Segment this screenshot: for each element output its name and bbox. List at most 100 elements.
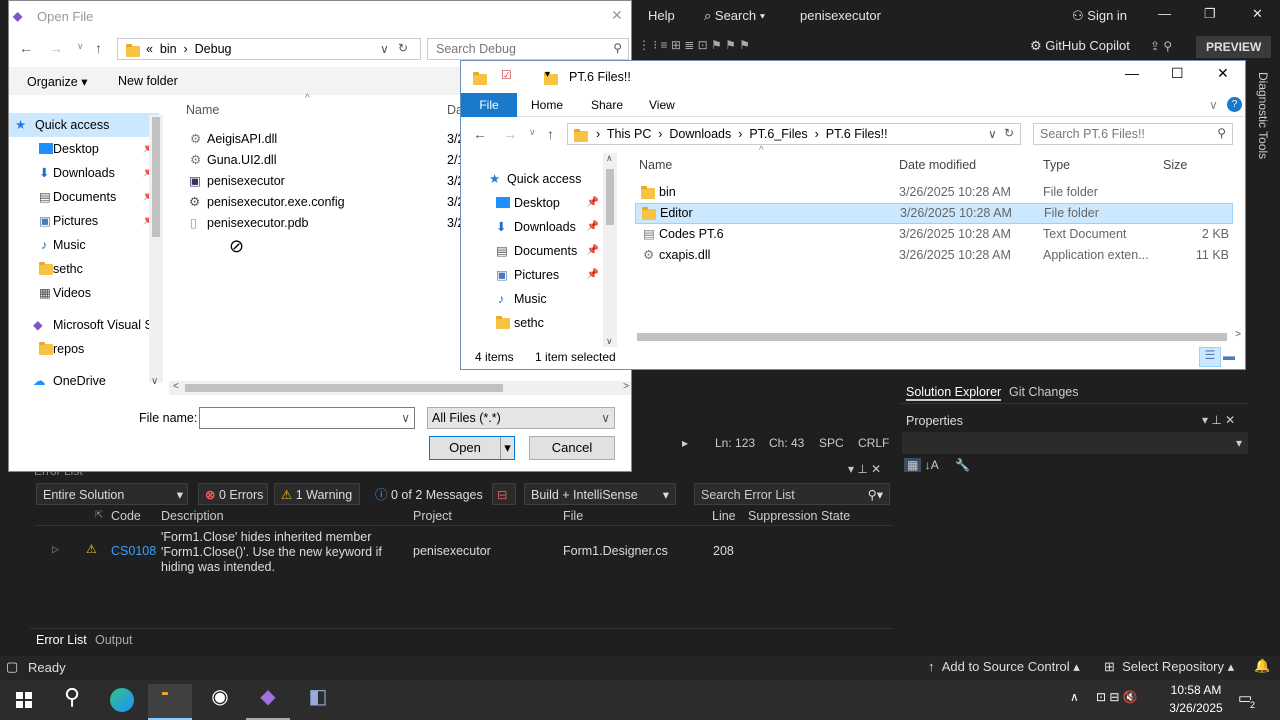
chevron-down-icon[interactable]: ∨ xyxy=(988,127,997,141)
open-button[interactable]: Open ▾ xyxy=(429,436,515,460)
list-item[interactable]: ⚙ cxapis.dll 3/26/2025 10:28 AM Application… xyxy=(635,245,1233,266)
tab-solution-explorer[interactable]: Solution Explorer xyxy=(906,385,1002,401)
clock-date[interactable]: 3/26/2025 xyxy=(1166,701,1226,715)
chevron-down-icon[interactable]: ∨ xyxy=(401,411,410,425)
errors-filter[interactable]: ⊗ 0 Errors xyxy=(198,483,268,505)
chevron-right-icon[interactable]: > xyxy=(623,381,629,392)
open-dropdown-icon[interactable]: ▾ xyxy=(500,437,514,459)
menu-help[interactable]: Help xyxy=(648,8,675,23)
visual-studio-icon[interactable]: ◆ xyxy=(246,684,290,720)
nav-item-videos[interactable]: ▦ Videos xyxy=(9,281,159,305)
tray-chevron-icon[interactable]: ∧ xyxy=(1070,690,1079,704)
maximize-icon[interactable]: ☐ xyxy=(1171,65,1184,82)
back-arrow-icon[interactable]: ← xyxy=(19,40,33,56)
list-item[interactable]: bin 3/26/2025 10:28 AM File folder xyxy=(635,182,1233,203)
nav-item-pictures[interactable]: ▣Pictures📌 xyxy=(461,263,603,287)
nav-item-desktop[interactable]: Desktop📌 xyxy=(461,191,603,215)
chevron-down-icon[interactable]: ∨ xyxy=(380,42,389,56)
tab-git-changes[interactable]: Git Changes xyxy=(1009,385,1078,399)
list-item[interactable]: ▯ penisexecutor.pdb 3/2 xyxy=(187,213,487,234)
new-folder-button[interactable]: New folder xyxy=(118,74,178,88)
nav-item-desktop[interactable]: Desktop📌 xyxy=(9,137,159,161)
tab-home[interactable]: Home xyxy=(531,93,563,117)
search-input[interactable]: Search PT.6 Files!! ⚲ xyxy=(1033,123,1233,145)
expand-icon[interactable]: ▷ xyxy=(52,544,59,555)
col-file[interactable]: File xyxy=(563,506,583,526)
share-icon[interactable]: ⇪ ⚲ xyxy=(1150,39,1172,53)
scrollbar-thumb[interactable] xyxy=(185,384,503,392)
organize-menu[interactable]: Organize ▾ xyxy=(27,74,87,89)
select-repository-button[interactable]: ⊞ Select Repository ▴ xyxy=(1104,659,1234,675)
nav-item-documents[interactable]: ▤Documents📌 xyxy=(461,239,603,263)
up-arrow-icon[interactable]: ↑ xyxy=(547,126,554,142)
clear-filter-icon[interactable]: ⊟ xyxy=(492,483,516,505)
list-item[interactable]: ⚙ penisexecutor.exe.config 3/2 xyxy=(187,192,487,213)
scrollbar-thumb[interactable] xyxy=(637,333,1227,341)
file-explorer-icon[interactable] xyxy=(148,684,192,720)
address-bar[interactable]: « bin › Debug ∨ ↻ xyxy=(117,38,421,60)
tray-icons[interactable]: ⊡ ⊟ 🔇 xyxy=(1096,690,1138,704)
properties-object-combo[interactable]: ▾ xyxy=(902,432,1248,454)
up-arrow-icon[interactable]: ↑ xyxy=(95,40,102,56)
categorized-icon[interactable]: ▦ xyxy=(904,458,922,472)
cancel-button[interactable]: Cancel xyxy=(529,436,615,460)
tab-error-list[interactable]: Error List xyxy=(36,633,87,647)
close-icon[interactable]: ✕ xyxy=(611,7,623,24)
ribbon-expand-icon[interactable]: ∨ xyxy=(1209,93,1218,117)
scrollbar-thumb[interactable] xyxy=(152,117,160,237)
chevron-up-icon[interactable]: ∧ xyxy=(606,153,613,164)
diagnostic-tools-tab[interactable]: Diagnostic Tools xyxy=(1256,72,1270,159)
list-item[interactable]: ⚙ Guna.UI2.dll 2/1 xyxy=(187,150,487,171)
nav-item-visual-studio[interactable]: ◆ Microsoft Visual S xyxy=(9,313,159,337)
col-name[interactable]: Name xyxy=(639,153,672,177)
file-type-select[interactable]: All Files (*.*) ∨ xyxy=(427,407,615,429)
col-code[interactable]: Code xyxy=(111,506,141,526)
col-date-modified[interactable]: Date modified xyxy=(899,153,976,177)
nav-scrollbar[interactable]: ∨ xyxy=(149,115,163,387)
tab-output[interactable]: Output xyxy=(95,633,133,647)
nav-item-downloads[interactable]: ⬇Downloads📌 xyxy=(461,215,603,239)
nav-item-quick-access[interactable]: ★ Quick access xyxy=(461,167,603,191)
steam-icon[interactable]: ◉ xyxy=(198,684,242,720)
scope-combo[interactable]: Entire Solution ▾ xyxy=(36,483,188,505)
messages-filter[interactable]: ⓘ 0 of 2 Messages xyxy=(368,483,484,505)
col-size[interactable]: Size xyxy=(1163,153,1187,177)
property-pages-icon[interactable]: 🔧 xyxy=(955,458,970,472)
table-row[interactable]: ▷ ⚠ CS0108 'Form1.Close' hides inherited… xyxy=(34,528,894,574)
close-icon[interactable]: ✕ xyxy=(1217,65,1229,82)
recent-chevron-icon[interactable]: ∨ xyxy=(77,41,84,52)
pane-options-icon[interactable]: ▾ ⊥ ✕ xyxy=(1202,413,1235,427)
col-description[interactable]: Description xyxy=(161,506,224,526)
source-control-button[interactable]: ↑ Add to Source Control ▴ xyxy=(928,659,1080,675)
app-icon[interactable]: ◧ xyxy=(296,684,340,720)
sign-in-button[interactable]: ⚇ Sign in xyxy=(1072,8,1127,24)
forward-arrow-icon[interactable]: → xyxy=(503,126,517,142)
help-icon[interactable]: ? xyxy=(1227,97,1242,112)
nav-item-onedrive[interactable]: ☁ OneDrive xyxy=(9,369,159,393)
nav-item-quick-access[interactable]: ★ Quick access xyxy=(9,113,159,137)
whitespace-indicator[interactable]: SPC xyxy=(819,436,844,450)
tiles-view-icon[interactable]: ▬ xyxy=(1223,349,1235,363)
quick-toolbar-chevron-icon[interactable]: ▾ xyxy=(545,69,550,80)
tab-file[interactable]: File xyxy=(461,93,517,117)
nav-item-repos[interactable]: repos xyxy=(9,337,159,361)
restore-icon[interactable]: ❐ xyxy=(1204,6,1216,22)
scroll-arrow-icon[interactable]: ▸ xyxy=(682,436,688,450)
tab-share[interactable]: Share xyxy=(591,93,623,117)
col-line[interactable]: Line xyxy=(712,506,736,526)
refresh-icon[interactable]: ↻ xyxy=(398,41,408,55)
forward-arrow-icon[interactable]: → xyxy=(49,40,63,56)
list-item[interactable]: ⚙ AeigisAPI.dll 3/2 xyxy=(187,129,487,150)
properties-icon[interactable]: ☑ xyxy=(501,68,512,82)
list-item[interactable]: ▣ penisexecutor 3/2 xyxy=(187,171,487,192)
clock-time[interactable]: 10:58 AM xyxy=(1168,683,1224,697)
search-icon[interactable]: ⚲ xyxy=(50,684,94,720)
notifications-icon[interactable]: 🔔 xyxy=(1254,658,1270,674)
col-type[interactable]: Type xyxy=(1043,153,1070,177)
details-view-icon[interactable]: ☰ xyxy=(1199,347,1221,367)
chevron-left-icon[interactable]: < xyxy=(173,381,179,392)
nav-scrollbar[interactable]: ∧ ∨ xyxy=(603,153,617,347)
nav-item-downloads[interactable]: ⬇Downloads📌 xyxy=(9,161,159,185)
breadcrumb[interactable]: « bin › Debug xyxy=(146,42,232,56)
warnings-filter[interactable]: ⚠ 1 Warning xyxy=(274,483,360,505)
